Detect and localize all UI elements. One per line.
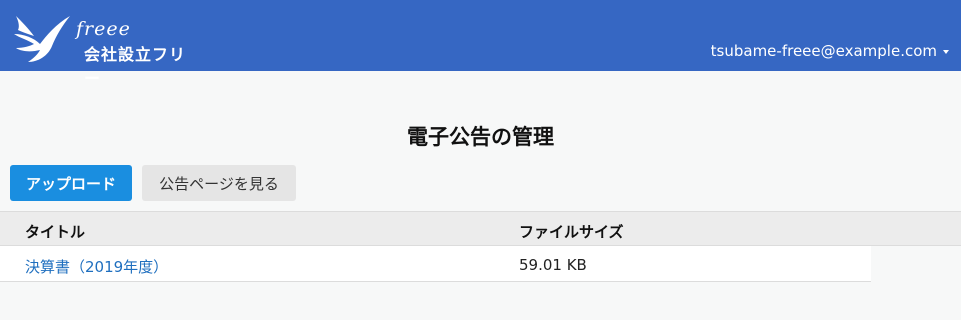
table-header: タイトル ファイルサイズ <box>0 211 961 246</box>
table-row: 決算書（2019年度） 59.01 KB <box>0 246 871 282</box>
caret-down-icon <box>943 50 949 54</box>
logo-subtitle: 会社設立フリー <box>84 45 187 88</box>
column-header-file-size: ファイルサイズ <box>519 223 624 241</box>
column-header-title: タイトル <box>25 223 86 241</box>
file-size: 59.01 KB <box>519 256 587 274</box>
app-header: freee 会社設立フリー tsubame-freee@example.com <box>0 0 961 88</box>
upload-button[interactable]: アップロード <box>10 165 132 201</box>
freee-logo[interactable]: freee 会社設立フリー <box>12 12 202 88</box>
swallow-icon <box>14 16 70 62</box>
view-announcement-page-button[interactable]: 公告ページを見る <box>142 165 296 201</box>
user-email: tsubame-freee@example.com <box>710 42 937 60</box>
user-menu[interactable]: tsubame-freee@example.com <box>711 42 949 60</box>
file-title-link[interactable]: 決算書（2019年度） <box>25 256 168 277</box>
page-title: 電子公告の管理 <box>407 125 554 149</box>
logo-script: freee <box>76 18 131 40</box>
